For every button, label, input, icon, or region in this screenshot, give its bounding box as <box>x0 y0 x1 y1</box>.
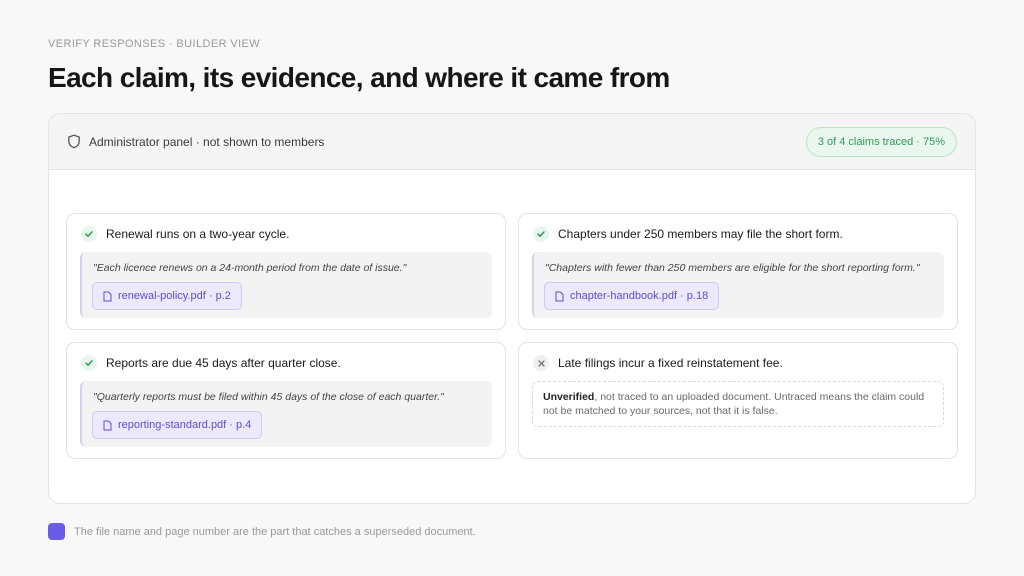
legend: The file name and page number are the pa… <box>48 523 476 540</box>
unverified-label: Unverified <box>543 391 595 403</box>
claim-text: Reports are due 45 days after quarter cl… <box>106 356 341 370</box>
evidence-quote: "Quarterly reports must be filed within … <box>93 391 444 403</box>
claim-card: Chapters under 250 members may file the … <box>518 213 958 330</box>
admin-notice: Administrator panel · not shown to membe… <box>67 134 324 149</box>
shield-icon <box>67 134 81 149</box>
unverified-note: Unverified, not traced to an uploaded do… <box>532 381 944 427</box>
legend-text: The file name and page number are the pa… <box>74 525 476 538</box>
claim-card: Late filings incur a fixed reinstatement… <box>518 342 958 459</box>
document-icon <box>103 420 112 431</box>
claim-card: Reports are due 45 days after quarter cl… <box>66 342 506 459</box>
claim-card: Renewal runs on a two-year cycle. "Each … <box>66 213 506 330</box>
traced-progress-badge: 3 of 4 claims traced · 75% <box>805 126 957 157</box>
page-title: Each claim, its evidence, and where it c… <box>48 62 670 93</box>
claim-text: Late filings incur a fixed reinstatement… <box>558 356 783 370</box>
evidence-box: "Quarterly reports must be filed within … <box>80 381 492 447</box>
evidence-quote: "Chapters with fewer than 250 members ar… <box>545 262 920 274</box>
legend-swatch <box>48 523 65 540</box>
check-icon <box>81 355 97 371</box>
unverified-explanation: , not traced to an uploaded document. Un… <box>543 391 925 417</box>
claim-text: Renewal runs on a two-year cycle. <box>106 227 290 241</box>
verification-panel: Administrator panel · not shown to membe… <box>48 113 976 504</box>
document-icon <box>103 291 112 302</box>
cross-icon <box>533 355 549 371</box>
check-icon <box>81 226 97 242</box>
check-icon <box>533 226 549 242</box>
source-label: chapter-handbook.pdf · p.18 <box>570 290 709 302</box>
source-chip[interactable]: chapter-handbook.pdf · p.18 <box>544 282 720 310</box>
panel-header: Administrator panel · not shown to membe… <box>49 114 975 170</box>
evidence-box: "Each licence renews on a 24-month perio… <box>80 252 492 318</box>
admin-label: Administrator panel · not shown to membe… <box>89 134 325 149</box>
source-chip[interactable]: reporting-standard.pdf · p.4 <box>92 411 263 439</box>
eyebrow-label: VERIFY RESPONSES · BUILDER VIEW <box>48 38 261 50</box>
document-icon <box>555 291 564 302</box>
evidence-box: "Chapters with fewer than 250 members ar… <box>532 252 944 318</box>
source-chip[interactable]: renewal-policy.pdf · p.2 <box>92 282 242 310</box>
evidence-quote: "Each licence renews on a 24-month perio… <box>93 262 407 274</box>
source-label: reporting-standard.pdf · p.4 <box>118 419 252 431</box>
claim-text: Chapters under 250 members may file the … <box>558 227 843 241</box>
source-label: renewal-policy.pdf · p.2 <box>118 290 231 302</box>
